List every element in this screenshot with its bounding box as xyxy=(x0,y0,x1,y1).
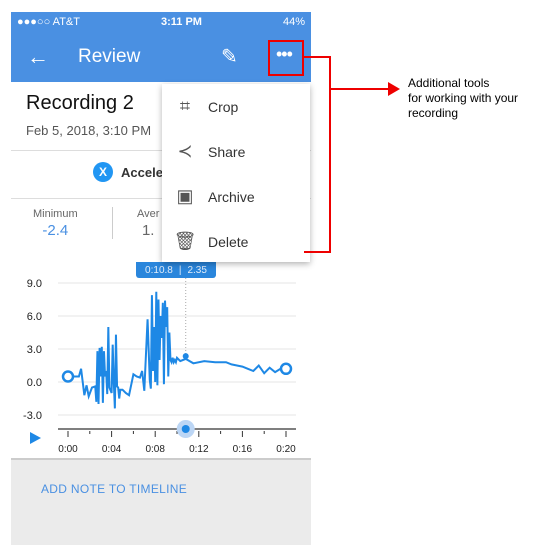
menu-label: Archive xyxy=(208,188,255,205)
menu-item-delete[interactable]: 🗑 Delete xyxy=(162,219,310,264)
x-tick-label: 0:12 xyxy=(189,444,209,455)
play-icon xyxy=(30,432,41,444)
share-icon: ≺ xyxy=(177,141,193,161)
menu-label: Share xyxy=(208,143,246,160)
x-tick-label: 0:16 xyxy=(233,444,253,455)
tooltip-value: 2.35 xyxy=(187,264,207,276)
annotation-text: Additional tools for working with your r… xyxy=(408,76,518,121)
highlight-box xyxy=(268,40,304,76)
y-tick-label: -3.0 xyxy=(23,410,42,422)
tooltip-time: 0:10.8 xyxy=(145,264,173,276)
y-tick-label: 6.0 xyxy=(27,311,42,323)
x-tick-label: 0:04 xyxy=(102,444,122,455)
menu-label: Crop xyxy=(208,98,239,115)
y-tick-label: 9.0 xyxy=(27,278,42,290)
annotation-line: recording xyxy=(408,106,459,120)
x-tick-label: 0:00 xyxy=(58,444,78,455)
y-tick-label: 3.0 xyxy=(27,344,42,356)
y-tick-label: 0.0 xyxy=(27,377,42,389)
data-line xyxy=(68,291,286,409)
menu-item-share[interactable]: ≺ Share xyxy=(162,129,310,174)
crop-icon: ⌗ xyxy=(179,96,191,116)
menu-item-crop[interactable]: ⌗ Crop xyxy=(162,84,310,129)
overflow-menu: ⌗ Crop ≺ Share ▣ Archive 🗑 Delete xyxy=(162,84,310,262)
menu-item-archive[interactable]: ▣ Archive xyxy=(162,174,310,219)
crop-start-handle xyxy=(61,370,75,383)
menu-label: Delete xyxy=(208,233,249,250)
chart-tooltip: 0:10.8 | 2.35 xyxy=(136,262,216,278)
cursor-point xyxy=(182,353,189,360)
crop-end-handle xyxy=(279,362,293,376)
annotation-line: Additional tools xyxy=(408,76,490,90)
x-tick-label: 0:20 xyxy=(276,444,296,455)
delete-icon: 🗑 xyxy=(173,231,197,251)
annotation-line: for working with your xyxy=(408,91,519,105)
x-tick-label: 0:08 xyxy=(145,444,165,455)
scrubber-handle xyxy=(181,425,190,433)
archive-icon: ▣ xyxy=(176,186,194,206)
